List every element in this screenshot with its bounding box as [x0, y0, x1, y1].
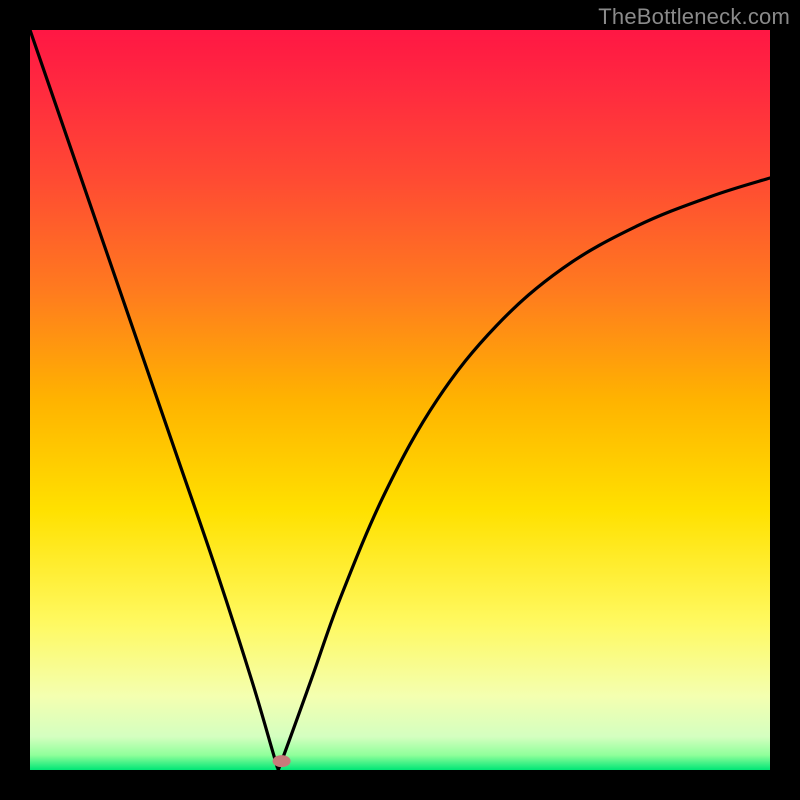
watermark-text: TheBottleneck.com — [598, 4, 790, 30]
optimum-marker — [273, 755, 291, 767]
gradient-background — [30, 30, 770, 770]
bottleneck-chart — [30, 30, 770, 770]
chart-frame: TheBottleneck.com — [0, 0, 800, 800]
